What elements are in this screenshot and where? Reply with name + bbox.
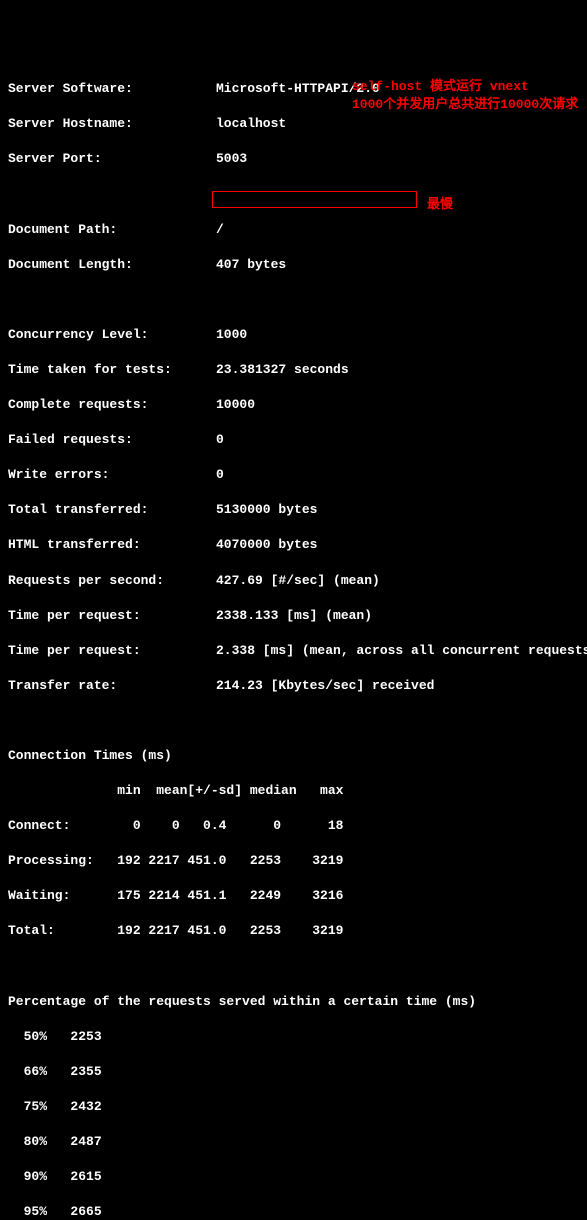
time-per-request1-line: Time per request:2338.133 [ms] (mean) <box>8 607 579 625</box>
time-taken-label: Time taken for tests: <box>8 361 216 379</box>
failed-requests-line: Failed requests:0 <box>8 431 579 449</box>
concurrency-level-label: Concurrency Level: <box>8 326 216 344</box>
conn-times-columns: min mean[+/-sd] median max <box>8 782 579 800</box>
conn-processing-row: Processing: 192 2217 451.0 2253 3219 <box>8 852 579 870</box>
annotation-concurrency: 1000个并发用户总共进行10000次请求 <box>352 96 578 114</box>
time-per-request2-line: Time per request:2.338 [ms] (mean, acros… <box>8 642 579 660</box>
blank-line <box>8 291 579 309</box>
conn-waiting-row: Waiting: 175 2214 451.1 2249 3216 <box>8 887 579 905</box>
complete-requests-value: 10000 <box>216 397 255 412</box>
pct-50-row: 50% 2253 <box>8 1028 579 1046</box>
server-port-line: Server Port:5003 <box>8 150 579 168</box>
document-length-label: Document Length: <box>8 256 216 274</box>
server-hostname-value: localhost <box>216 116 286 131</box>
conn-connect-row: Connect: 0 0 0.4 0 18 <box>8 817 579 835</box>
complete-requests-label: Complete requests: <box>8 396 216 414</box>
requests-per-second-value: 427.69 [#/sec] (mean) <box>216 573 380 588</box>
document-length-line: Document Length:407 bytes <box>8 256 579 274</box>
pct-80-row: 80% 2487 <box>8 1133 579 1151</box>
conn-total-row: Total: 192 2217 451.0 2253 3219 <box>8 922 579 940</box>
annotation-slowest: 最慢 <box>427 196 453 214</box>
blank-line <box>8 712 579 730</box>
write-errors-line: Write errors:0 <box>8 466 579 484</box>
total-transferred-line: Total transferred:5130000 bytes <box>8 501 579 519</box>
document-path-line: Document Path:/ <box>8 221 579 239</box>
time-taken-value: 23.381327 seconds <box>216 362 349 377</box>
server-hostname-line: Server Hostname:localhost <box>8 115 579 133</box>
transfer-rate-line: Transfer rate:214.23 [Kbytes/sec] receiv… <box>8 677 579 695</box>
html-transferred-label: HTML transferred: <box>8 536 216 554</box>
complete-requests-line: Complete requests:10000 <box>8 396 579 414</box>
write-errors-value: 0 <box>216 467 224 482</box>
pct-75-row: 75% 2432 <box>8 1098 579 1116</box>
document-path-value: / <box>216 222 224 237</box>
server-hostname-label: Server Hostname: <box>8 115 216 133</box>
blank-line <box>8 958 579 976</box>
html-transferred-line: HTML transferred:4070000 bytes <box>8 536 579 554</box>
blank-line <box>8 185 579 203</box>
requests-per-second-label: Requests per second: <box>8 572 216 590</box>
server-software-label: Server Software: <box>8 80 216 98</box>
annotation-selfhost: self-host 模式运行 vnext <box>352 78 529 96</box>
concurrency-level-line: Concurrency Level:1000 <box>8 326 579 344</box>
failed-requests-value: 0 <box>216 432 224 447</box>
write-errors-label: Write errors: <box>8 466 216 484</box>
total-transferred-value: 5130000 bytes <box>216 502 317 517</box>
time-per-request2-label: Time per request: <box>8 642 216 660</box>
concurrency-level-value: 1000 <box>216 327 247 342</box>
document-path-label: Document Path: <box>8 221 216 239</box>
pct-66-row: 66% 2355 <box>8 1063 579 1081</box>
transfer-rate-value: 214.23 [Kbytes/sec] received <box>216 678 434 693</box>
server-port-label: Server Port: <box>8 150 216 168</box>
time-taken-line: Time taken for tests:23.381327 seconds <box>8 361 579 379</box>
document-length-value: 407 bytes <box>216 257 286 272</box>
pct-90-row: 90% 2615 <box>8 1168 579 1186</box>
conn-times-header: Connection Times (ms) <box>8 747 579 765</box>
html-transferred-value: 4070000 bytes <box>216 537 317 552</box>
pct-95-row: 95% 2665 <box>8 1203 579 1220</box>
transfer-rate-label: Transfer rate: <box>8 677 216 695</box>
time-per-request1-label: Time per request: <box>8 607 216 625</box>
total-transferred-label: Total transferred: <box>8 501 216 519</box>
percentage-header: Percentage of the requests served within… <box>8 993 579 1011</box>
failed-requests-label: Failed requests: <box>8 431 216 449</box>
time-per-request2-value: 2.338 [ms] (mean, across all concurrent … <box>216 643 587 658</box>
requests-per-second-line: Requests per second:427.69 [#/sec] (mean… <box>8 572 579 590</box>
server-port-value: 5003 <box>216 151 247 166</box>
